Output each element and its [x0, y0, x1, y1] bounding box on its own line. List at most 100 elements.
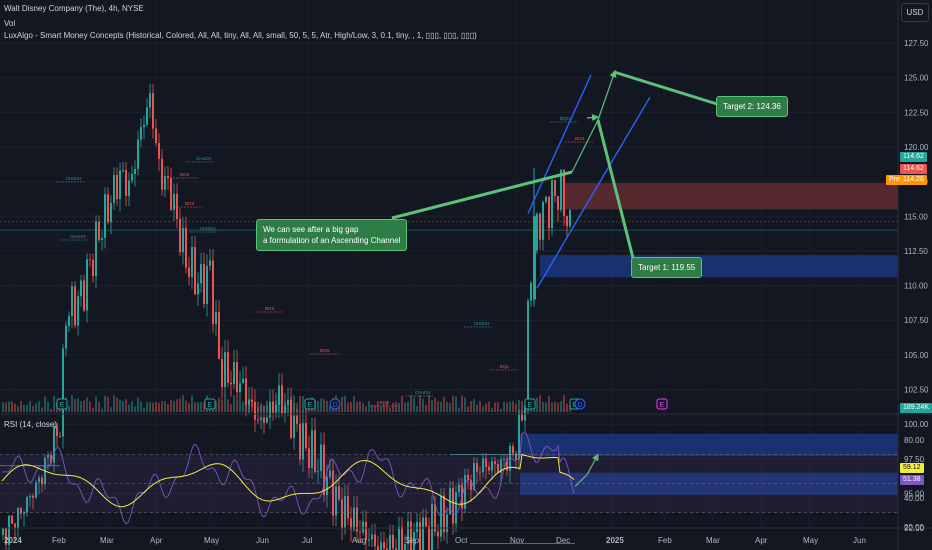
time-tick-label: May	[803, 536, 818, 545]
chart-window[interactable]: CHoCH CHoCH BOS BOS CHoCH CHoCH BOS BOS BOS CHoCH…	[0, 0, 932, 550]
smc-label: CHoCH	[66, 176, 82, 181]
currency-button[interactable]: USD	[901, 3, 929, 22]
candle-body	[392, 534, 394, 549]
volume-bar	[104, 395, 106, 412]
candle-body	[296, 415, 298, 424]
candle-body	[188, 267, 190, 278]
candle-body	[200, 263, 202, 284]
volume-bar	[131, 401, 133, 412]
volume-bar	[545, 402, 547, 412]
target1-note[interactable]: Target 1: 119.55	[631, 257, 703, 278]
volume-bar	[230, 404, 232, 412]
event-label: E	[308, 402, 313, 409]
candle-body	[566, 215, 568, 227]
candle-body	[74, 286, 76, 326]
volume-bar	[548, 395, 550, 412]
smc-label: CHoCH	[474, 321, 490, 326]
rsi-legend[interactable]: RSI (14, close)	[4, 419, 57, 430]
volume-bar	[254, 408, 256, 412]
volume-bar	[155, 401, 157, 412]
candle-body	[239, 383, 241, 393]
volume-bar	[350, 402, 352, 412]
candle-body	[278, 385, 280, 406]
time-tick-label: Mar	[706, 536, 720, 545]
volume-bar	[299, 396, 301, 412]
symbol-title[interactable]: Walt Disney Company (The), 4h, NYSE	[4, 3, 144, 14]
smc-label: BOS	[185, 201, 195, 206]
candle-body	[371, 534, 373, 540]
supply-zone	[563, 182, 898, 210]
candle-body	[83, 280, 85, 311]
price-chart[interactable]: CHoCH CHoCH BOS BOS CHoCH CHoCH BOS BOS BOS CHoCH…	[0, 0, 932, 550]
price-tick-label: 112.50	[904, 247, 928, 256]
candle-body	[260, 417, 262, 420]
candle-body	[374, 534, 376, 547]
candle-body	[422, 517, 424, 550]
volume-bar	[266, 401, 268, 412]
rsi-tick-label: 80.00	[904, 436, 925, 445]
demand-zone	[520, 433, 898, 457]
candle-body	[245, 378, 247, 405]
smc-label: BOS	[320, 348, 330, 353]
volume-bar	[425, 404, 427, 412]
volume-bar	[80, 401, 82, 412]
time-tick-label: Jul	[302, 536, 312, 545]
candle-body	[206, 265, 208, 305]
candle-body	[545, 196, 547, 202]
candle-body	[539, 213, 541, 240]
volume-bar	[98, 401, 100, 412]
time-tick-label: Nov	[510, 536, 524, 545]
volume-bar	[5, 402, 7, 412]
price-tick-label: 102.50	[904, 386, 929, 395]
volume-bar	[173, 401, 175, 412]
volume-legend[interactable]: Vol	[4, 18, 15, 29]
candle-body	[512, 445, 514, 454]
candle-body	[110, 202, 112, 223]
volume-bar	[245, 402, 247, 412]
candle-body	[398, 526, 400, 550]
volume-bar	[107, 396, 109, 412]
volume-bar	[188, 403, 190, 412]
volume-bar	[437, 401, 439, 412]
volume-bar	[146, 402, 148, 412]
volume-bar	[269, 404, 271, 412]
volume-bar	[167, 404, 169, 412]
candle-body	[380, 542, 382, 550]
candle-body	[233, 362, 235, 385]
volume-bar	[227, 399, 229, 412]
volume-bar	[137, 397, 139, 412]
volume-bar	[542, 401, 544, 412]
smc-label: BOS	[380, 400, 390, 405]
time-tick-label: Apr	[755, 536, 768, 545]
candle-body	[287, 400, 289, 406]
volume-bar	[47, 401, 49, 412]
volume-bar	[140, 401, 142, 412]
candle-body	[230, 382, 232, 385]
candle-body	[530, 282, 532, 301]
target2-note[interactable]: Target 2: 124.36	[716, 96, 788, 117]
volume-bar	[446, 401, 448, 412]
rsi-tick-label: 40.00	[904, 494, 925, 503]
candle-body	[11, 515, 13, 524]
volume-bar	[551, 402, 553, 412]
volume-bar	[434, 397, 436, 412]
volume-bar	[38, 401, 40, 412]
candle-body	[437, 531, 439, 537]
indicator-legend[interactable]: LuxAlgo - Smart Money Concepts (Historic…	[4, 30, 477, 41]
channel-note[interactable]: We can see after a big gap a formulation…	[256, 219, 408, 251]
volume-bar	[158, 402, 160, 412]
volume-bar	[119, 399, 121, 412]
last-price-tag: 114.62	[900, 152, 927, 162]
volume-bar	[554, 401, 556, 412]
smc-label: CHoCH	[200, 226, 216, 231]
time-tick-label: Jun	[853, 536, 866, 545]
candle-body	[362, 521, 364, 533]
volume-bar	[368, 401, 370, 412]
volume-bar	[221, 399, 223, 412]
volume-bar	[419, 395, 421, 412]
candle-body	[383, 542, 385, 549]
volume-bar	[443, 396, 445, 412]
candle-body	[527, 300, 529, 407]
volume-bar	[494, 402, 496, 412]
volume-bar	[557, 402, 559, 412]
